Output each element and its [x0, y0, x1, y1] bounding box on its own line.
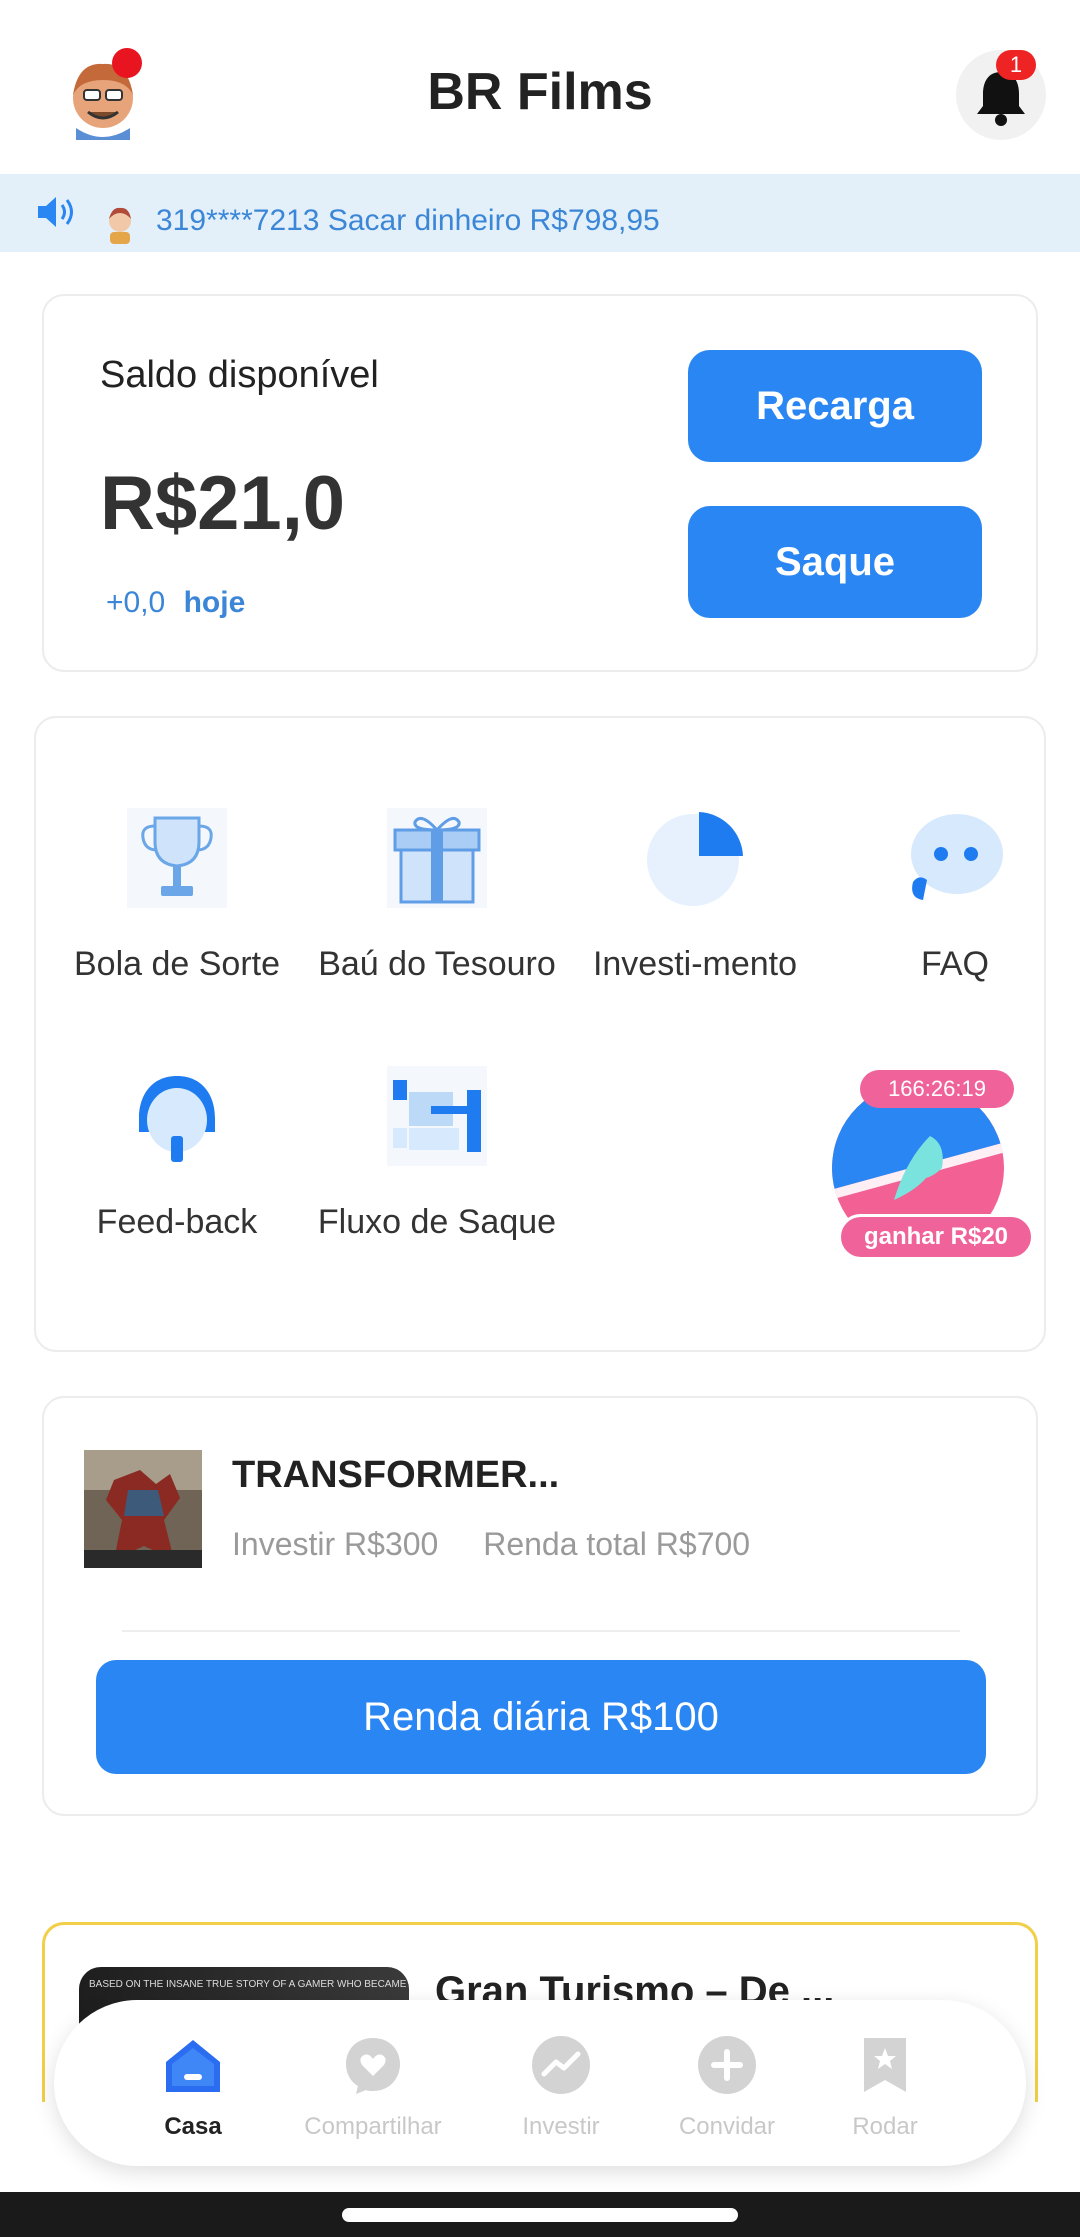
nav-item-rodar[interactable]: Rodar: [800, 2034, 970, 2141]
withdraw-button[interactable]: Saque: [688, 506, 982, 618]
menu-item-investment[interactable]: Investi-mento: [570, 808, 820, 985]
menu-item-feedback[interactable]: Feed-back: [52, 1066, 302, 1243]
withdrawal-ticker: 319****7213 Sacar dinheiro R$798,95: [0, 174, 1080, 252]
today-earnings: +0,0 hoje: [106, 586, 245, 620]
home-icon: [166, 2040, 220, 2092]
nav-item-compartilhar[interactable]: Compartilhar: [288, 2034, 458, 2141]
heart-chat-icon: [346, 2038, 400, 2094]
home-indicator[interactable]: [342, 2208, 738, 2222]
pie-chart-icon: [647, 812, 743, 906]
product-invest: Investir R$300: [232, 1526, 439, 1562]
balance-label: Saldo disponível: [100, 354, 379, 396]
nav-label: Compartilhar: [304, 2113, 442, 2140]
ticker-text: 319****7213 Sacar dinheiro R$798,95: [156, 204, 660, 237]
chat-bubble-icon: [911, 814, 1003, 900]
menu-item-treasure-chest[interactable]: Baú do Tesouro: [312, 808, 562, 985]
menu-item-withdraw-flow[interactable]: Fluxo de Saque: [312, 1066, 562, 1243]
page-title: BR Films: [427, 63, 653, 121]
trend-icon: [532, 2036, 590, 2094]
nav-label: Investir: [522, 2113, 600, 2140]
movie-poster[interactable]: [84, 1450, 202, 1568]
recharge-button[interactable]: Recarga: [688, 350, 982, 462]
product-card: TRANSFORMER... Investir R$300 Renda tota…: [42, 1396, 1038, 1816]
menu-label: Baú do Tesouro: [318, 945, 556, 983]
divider: [122, 1630, 960, 1632]
today-label: hoje: [183, 586, 246, 619]
nav-label: Convidar: [678, 2113, 776, 2140]
gift-icon: [387, 808, 487, 908]
daily-income-button[interactable]: Renda diária R$100: [96, 1660, 986, 1774]
menu-item-lucky-ball[interactable]: Bola de Sorte: [52, 808, 302, 985]
balance-card: Saldo disponível R$21,0 +0,0 hoje Recarg…: [42, 294, 1038, 672]
menu-item-faq[interactable]: FAQ: [830, 808, 1080, 985]
nav-label: Casa: [164, 2113, 222, 2140]
today-value: +0,0: [106, 586, 166, 619]
menu-label: Investi-mento: [592, 945, 798, 983]
plus-icon: [698, 2036, 756, 2094]
spin-earn-badge[interactable]: ganhar R$20: [838, 1214, 1034, 1260]
ticker-user-icon: [109, 207, 131, 244]
product-total-income: Renda total R$700: [483, 1526, 751, 1562]
menu-label: Fluxo de Saque: [317, 1203, 557, 1241]
nav-item-casa[interactable]: Casa: [108, 2034, 278, 2141]
flow-icon: [387, 1066, 487, 1166]
notification-count-badge: 1: [996, 50, 1036, 80]
feature-menu: Bola de Sorte Baú do Tesouro Investi-men…: [34, 716, 1046, 1352]
speaker-icon: [38, 197, 73, 227]
nav-label: Rodar: [852, 2113, 918, 2140]
bottom-navigation: Casa Compartilhar Investir Convidar Roda…: [54, 2000, 1026, 2166]
menu-label: Bola de Sorte: [73, 945, 281, 983]
trophy-icon: [127, 808, 227, 908]
menu-label: FAQ: [920, 945, 990, 983]
balance-amount: R$21,0: [100, 461, 346, 546]
product-meta: Investir R$300 Renda total R$700: [232, 1526, 750, 1563]
nav-item-convidar[interactable]: Convidar: [642, 2034, 812, 2141]
menu-label: Feed-back: [96, 1203, 258, 1241]
app-header: BR Films 1: [0, 0, 1080, 174]
headset-icon: [139, 1076, 215, 1162]
nav-item-investir[interactable]: Investir: [476, 2034, 646, 2141]
bookmark-star-icon: [864, 2038, 906, 2092]
spin-timer-badge: 166:26:19: [860, 1070, 1014, 1108]
product-title: TRANSFORMER...: [232, 1454, 560, 1496]
